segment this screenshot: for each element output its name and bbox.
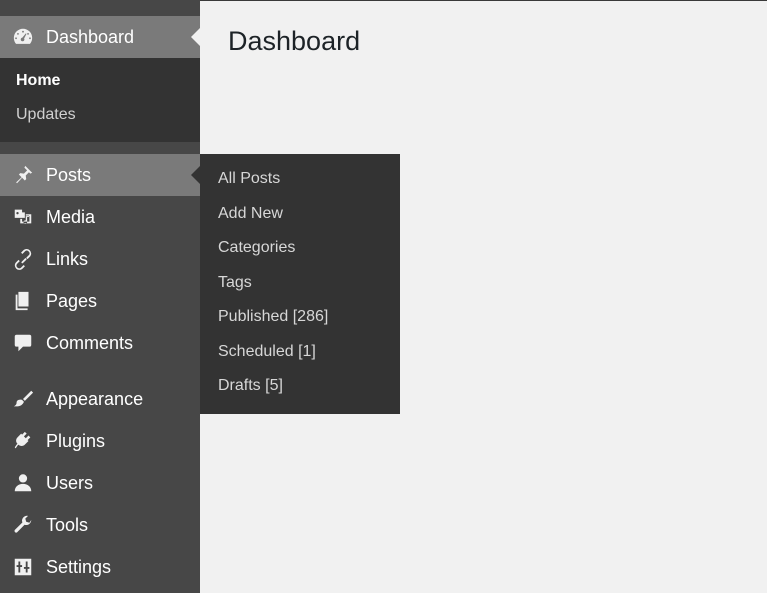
flyout-item-drafts[interactable]: Drafts [5] [200, 369, 400, 404]
posts-flyout-submenu: All Posts Add New Categories Tags Publis… [200, 154, 400, 414]
paintbrush-icon [11, 387, 35, 411]
sidebar-item-label: Appearance [46, 388, 144, 409]
sidebar-item-label: Users [46, 472, 94, 493]
sidebar-item-label: Media [46, 206, 96, 227]
media-icon [11, 205, 35, 229]
sidebar-item-label: Dashboard [46, 26, 135, 47]
flyout-item-published[interactable]: Published [286] [200, 300, 400, 335]
sidebar-item-pages[interactable]: Pages [0, 280, 200, 322]
sidebar-item-dashboard[interactable]: Dashboard [0, 16, 200, 58]
dashboard-submenu: Home Updates [0, 58, 200, 142]
sidebar-item-links[interactable]: Links [0, 238, 200, 280]
sidebar-item-label: Posts [46, 164, 92, 185]
sidebar-item-label: Pages [46, 290, 98, 311]
menu-separator [0, 142, 200, 154]
sidebar-item-appearance[interactable]: Appearance [0, 378, 200, 420]
admin-sidebar: Dashboard Home Updates Posts Media Links… [0, 0, 200, 593]
plugin-icon [11, 429, 35, 453]
flyout-item-categories[interactable]: Categories [200, 231, 400, 266]
sidebar-item-label: Plugins [46, 430, 106, 451]
menu-separator [0, 364, 200, 378]
flyout-item-all-posts[interactable]: All Posts [200, 162, 400, 197]
comment-icon [11, 331, 35, 355]
sidebar-item-label: Links [46, 248, 89, 269]
flyout-item-scheduled[interactable]: Scheduled [1] [200, 335, 400, 370]
wrench-icon [11, 513, 35, 537]
settings-sliders-icon [11, 555, 35, 579]
top-border [200, 0, 767, 1]
submenu-item-updates[interactable]: Updates [0, 98, 200, 132]
link-icon [11, 247, 35, 271]
dashboard-gauge-icon [11, 25, 35, 49]
sidebar-item-label: Settings [46, 556, 112, 577]
sidebar-item-plugins[interactable]: Plugins [0, 420, 200, 462]
sidebar-item-media[interactable]: Media [0, 196, 200, 238]
sidebar-item-settings[interactable]: Settings [0, 546, 200, 588]
sidebar-item-label: Comments [46, 332, 134, 353]
sidebar-top-padding [0, 0, 200, 16]
submenu-item-home[interactable]: Home [0, 64, 200, 98]
pushpin-icon [11, 163, 35, 187]
flyout-item-add-new[interactable]: Add New [200, 197, 400, 232]
flyout-item-tags[interactable]: Tags [200, 266, 400, 301]
sidebar-item-comments[interactable]: Comments [0, 322, 200, 364]
sidebar-item-users[interactable]: Users [0, 462, 200, 504]
pages-icon [11, 289, 35, 313]
sidebar-item-label: Tools [46, 514, 89, 535]
sidebar-item-posts[interactable]: Posts [0, 154, 200, 196]
page-title: Dashboard [228, 26, 361, 56]
user-icon [11, 471, 35, 495]
sidebar-item-tools[interactable]: Tools [0, 504, 200, 546]
